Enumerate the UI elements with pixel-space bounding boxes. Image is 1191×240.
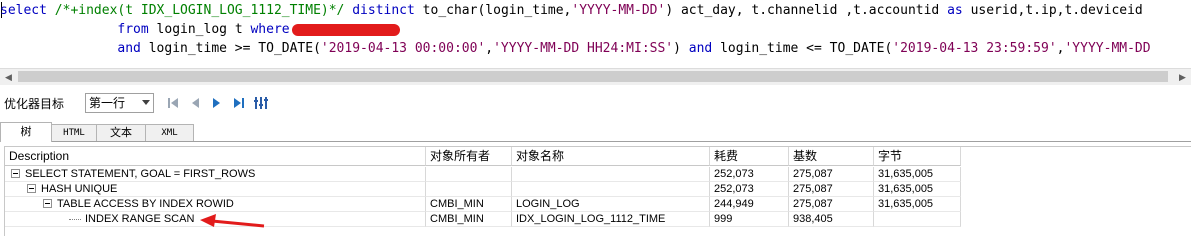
grid-header-row: Description 对象所有者 对象名称 耗费 基数 字节 — [5, 147, 1191, 166]
bytes-cell: 31,635,005 — [874, 167, 961, 182]
cost-cell: 244,949 — [710, 197, 789, 212]
collapse-icon[interactable] — [11, 168, 20, 178]
keyword-and-2: and — [688, 41, 713, 56]
plan-description-cell: HASH UNIQUE — [5, 182, 426, 197]
object-name-cell: IDX_LOGIN_LOG_1112_TIME — [512, 212, 710, 227]
sql-line-1: select /*+index(t IDX_LOGIN_LOG_1112_TIM… — [0, 1, 1143, 21]
end-date-string: '2019-04-13 23:59:59' — [892, 41, 1057, 56]
col-header-description[interactable]: Description — [5, 147, 426, 166]
cost-cell: 999 — [710, 212, 789, 227]
to-char-call: to_char(login_time, — [422, 3, 572, 18]
start-date-string: '2019-04-13 00:00:00' — [320, 41, 486, 56]
tab-tree[interactable]: 树 — [0, 122, 52, 142]
optimizer-goal-select[interactable]: 第一行 — [85, 93, 154, 113]
owner-cell: CMBI_MIN — [426, 197, 512, 212]
keyword-select: select — [0, 3, 47, 18]
comma: , — [485, 41, 494, 56]
cost-cell: 252,073 — [710, 167, 789, 182]
optimizer-hint: /*+index(t IDX_LOGIN_LOG_1112_TIME)*/ — [54, 3, 345, 18]
cardinality-cell: 938,405 — [789, 212, 874, 227]
keyword-from: from — [117, 22, 149, 37]
last-icon — [234, 98, 244, 108]
scroll-right-icon[interactable]: ▶ — [1174, 69, 1191, 85]
plan-operation: HASH UNIQUE — [41, 183, 118, 195]
plan-operation: INDEX RANGE SCAN — [85, 213, 195, 225]
plan-operation: SELECT STATEMENT, GOAL = FIRST_ROWS — [25, 168, 256, 180]
prev-icon — [192, 98, 199, 108]
plan-toolbar: 优化器目标 第一行 — [0, 88, 1191, 118]
plan-description-cell: SELECT STATEMENT, GOAL = FIRST_ROWS — [5, 167, 426, 182]
keyword-where: where — [250, 22, 290, 37]
col-header-cost[interactable]: 耗费 — [710, 147, 789, 166]
col-header-owner[interactable]: 对象所有者 — [426, 147, 512, 166]
tab-text[interactable]: 文本 — [96, 124, 146, 141]
col-header-cardinality[interactable]: 基数 — [789, 147, 874, 166]
keyword-as: as — [947, 3, 963, 18]
table-row[interactable]: SELECT STATEMENT, GOAL = FIRST_ROWS 252,… — [5, 167, 1191, 182]
previous-button[interactable] — [186, 94, 204, 112]
table-name: login_log t — [156, 22, 243, 37]
condition-start: login_time >= TO_DATE( — [148, 41, 321, 56]
cardinality-cell: 275,087 — [789, 167, 874, 182]
date-format-string: 'YYYY-MM-DD' — [571, 3, 666, 18]
select-columns-rest: userid,t.ip,t.deviceid — [970, 3, 1143, 18]
tab-html[interactable]: HTML — [51, 124, 97, 141]
optimizer-goal-value: 第一行 — [89, 96, 126, 110]
bytes-cell: 31,635,005 — [874, 197, 961, 212]
plan-settings-button[interactable] — [252, 94, 270, 112]
next-icon — [213, 98, 220, 108]
datetime-format-string-2: 'YYYY-MM-DD — [1064, 41, 1151, 56]
col-header-bytes[interactable]: 字节 — [874, 147, 961, 166]
collapse-icon[interactable] — [27, 183, 36, 193]
execution-plan-grid: Description 对象所有者 对象名称 耗费 基数 字节 SELECT S… — [4, 146, 1191, 236]
select-columns: ) act_day, t.channelid ,t.accountid — [665, 3, 940, 18]
annotation-arrow-icon — [200, 214, 265, 228]
col-header-object-name[interactable]: 对象名称 — [512, 147, 710, 166]
close-paren: ) — [673, 41, 681, 56]
owner-cell — [426, 182, 512, 197]
sql-line-2: from login_log t where — [0, 20, 400, 40]
sql-line-3: and login_time >= TO_DATE('2019-04-13 00… — [0, 39, 1151, 59]
owner-cell — [426, 167, 512, 182]
cardinality-cell: 275,087 — [789, 197, 874, 212]
cardinality-cell: 275,087 — [789, 182, 874, 197]
object-name-cell — [512, 167, 710, 182]
keyword-distinct: distinct — [352, 3, 415, 18]
bytes-cell: 31,635,005 — [874, 182, 961, 197]
first-icon — [168, 98, 178, 108]
last-button[interactable] — [230, 94, 248, 112]
plan-description-cell: TABLE ACCESS BY INDEX ROWID — [5, 197, 426, 212]
optimizer-goal-label: 优化器目标 — [4, 97, 65, 111]
bytes-cell — [874, 212, 961, 227]
next-button[interactable] — [208, 94, 226, 112]
plan-operation: TABLE ACCESS BY INDEX ROWID — [57, 198, 234, 210]
tab-xml[interactable]: XML — [145, 124, 194, 141]
table-row[interactable]: TABLE ACCESS BY INDEX ROWID CMBI_MIN LOG… — [5, 197, 1191, 212]
table-row[interactable]: HASH UNIQUE 252,073 275,087 31,635,005 — [5, 182, 1191, 197]
cost-cell: 252,073 — [710, 182, 789, 197]
collapse-icon[interactable] — [43, 198, 52, 208]
condition-end: login_time <= TO_DATE( — [720, 41, 893, 56]
object-name-cell: LOGIN_LOG — [512, 197, 710, 212]
editor-horizontal-scrollbar[interactable]: ◀ ▶ — [0, 68, 1191, 85]
first-button[interactable] — [164, 94, 182, 112]
plan-view-tabs: 树 HTML 文本 XML — [0, 122, 1191, 142]
scroll-left-icon[interactable]: ◀ — [0, 69, 17, 85]
table-row[interactable]: INDEX RANGE SCAN CMBI_MIN IDX_LOGIN_LOG_… — [5, 212, 1191, 227]
keyword-and: and — [117, 41, 141, 56]
sql-editor[interactable]: select /*+index(t IDX_LOGIN_LOG_1112_TIM… — [0, 0, 1191, 68]
scrollbar-thumb[interactable] — [18, 71, 1168, 82]
chevron-down-icon — [142, 100, 150, 105]
owner-cell: CMBI_MIN — [426, 212, 512, 227]
datetime-format-string: 'YYYY-MM-DD HH24:MI:SS' — [493, 41, 674, 56]
object-name-cell — [512, 182, 710, 197]
tree-connector — [69, 218, 81, 220]
redaction-mark — [291, 23, 400, 36]
settings-icon — [254, 97, 268, 109]
